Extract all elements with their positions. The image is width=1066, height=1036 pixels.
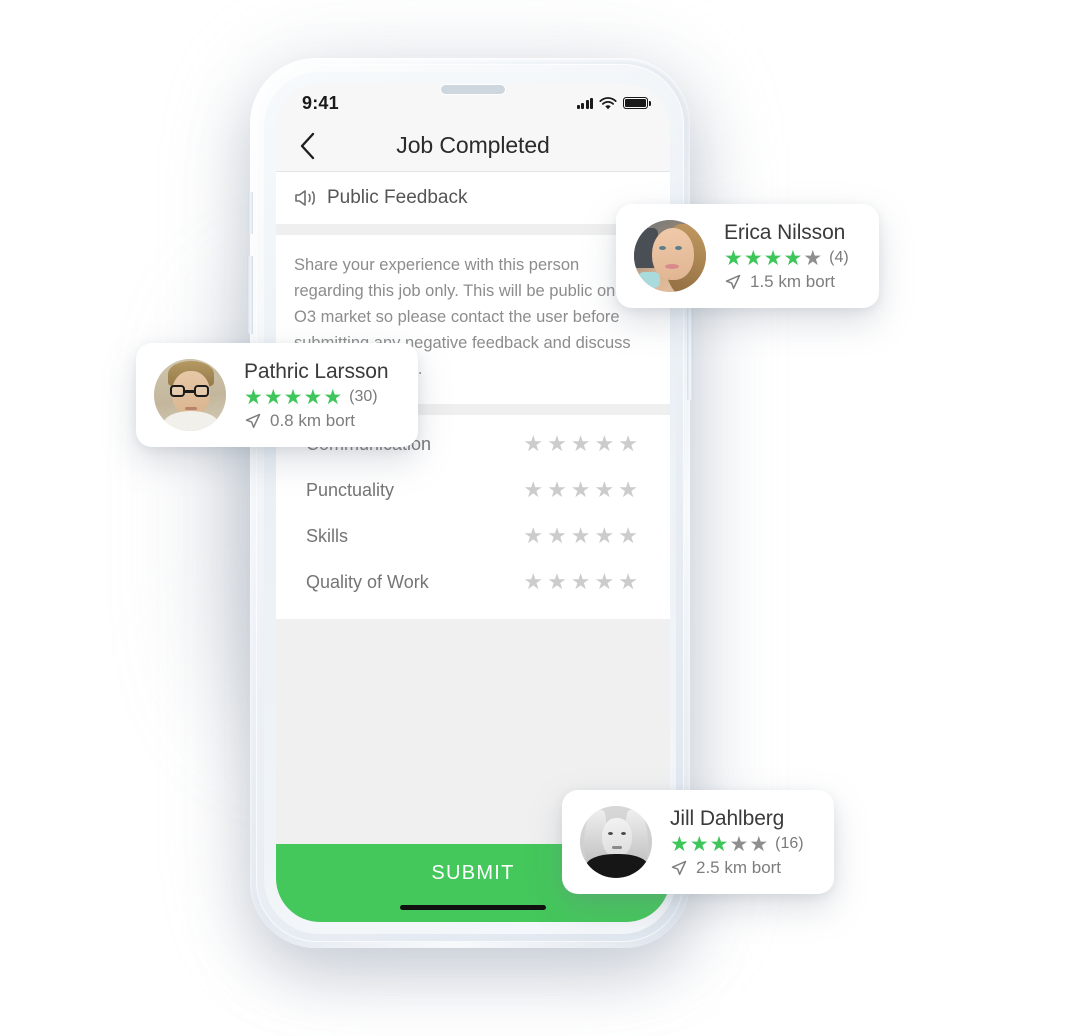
star-1[interactable]: ★ [523, 571, 543, 593]
scene: 9:41 Job Completed Public Feedback Share… [0, 0, 1066, 1036]
star-1[interactable]: ★ [523, 433, 543, 455]
profile-card-jill[interactable]: Jill Dahlberg ★ ★ ★ ★ ★ (16) 2.5 km bort [562, 790, 834, 894]
avatar [580, 806, 652, 878]
navigation-arrow-icon [245, 413, 261, 428]
star-3: ★ [283, 385, 303, 409]
star-4[interactable]: ★ [595, 433, 615, 455]
rating-label: Skills [306, 525, 349, 546]
star-4[interactable]: ★ [595, 479, 615, 501]
star-1: ★ [670, 832, 689, 856]
avatar [154, 359, 226, 431]
star-1: ★ [244, 385, 263, 409]
star-5: ★ [749, 832, 769, 856]
review-count: (30) [349, 388, 378, 405]
star-3[interactable]: ★ [571, 433, 591, 455]
distance-text: 1.5 km bort [750, 271, 836, 291]
review-count: (16) [775, 835, 804, 852]
star-2: ★ [263, 385, 283, 409]
star-5[interactable]: ★ [618, 525, 638, 547]
rating-row[interactable]: Quality of Work ★ ★ ★ ★ ★ [276, 559, 670, 605]
star-1[interactable]: ★ [523, 479, 543, 501]
rating-label: Quality of Work [306, 571, 429, 592]
public-feedback-card: Public Feedback [276, 172, 670, 224]
star-rating-display: ★ ★ ★ ★ ★ [670, 834, 768, 855]
section-divider [276, 224, 670, 235]
profile-card-erica[interactable]: Erica Nilsson ★ ★ ★ ★ ★ (4) 1.5 km bort [616, 204, 879, 308]
profile-distance: 0.8 km bort [244, 411, 388, 431]
battery-full-icon [623, 97, 651, 109]
star-1: ★ [724, 246, 743, 270]
star-4: ★ [783, 246, 803, 270]
profile-card-pathric[interactable]: Pathric Larsson ★ ★ ★ ★ ★ (30) 0.8 km bort [136, 343, 419, 447]
star-5: ★ [323, 385, 343, 409]
star-5[interactable]: ★ [618, 571, 638, 593]
star-rating-display: ★ ★ ★ ★ ★ [724, 248, 822, 269]
star-rating-input[interactable]: ★ ★ ★ ★ ★ [523, 525, 638, 547]
navigation-arrow-icon [671, 860, 687, 875]
star-5[interactable]: ★ [618, 479, 638, 501]
public-feedback-header: Public Feedback [276, 172, 670, 224]
navigation-bar: Job Completed [276, 120, 670, 172]
star-4: ★ [303, 385, 323, 409]
navigation-arrow-icon [725, 274, 741, 289]
megaphone-icon [295, 190, 315, 206]
star-2[interactable]: ★ [547, 525, 567, 547]
avatar [634, 220, 706, 292]
profile-name: Pathric Larsson [244, 359, 389, 383]
star-5[interactable]: ★ [618, 433, 638, 455]
star-4: ★ [729, 832, 749, 856]
home-indicator[interactable] [400, 905, 546, 910]
star-3[interactable]: ★ [571, 571, 591, 593]
rating-label: Punctuality [306, 479, 395, 500]
rating-row[interactable]: Punctuality ★ ★ ★ ★ ★ [276, 467, 670, 513]
star-5: ★ [803, 246, 823, 270]
star-2[interactable]: ★ [547, 571, 567, 593]
chevron-left-icon [300, 132, 314, 159]
profile-distance: 2.5 km bort [670, 858, 804, 878]
profile-rating: ★ ★ ★ ★ ★ (16) [670, 834, 804, 855]
star-3[interactable]: ★ [571, 479, 591, 501]
star-2[interactable]: ★ [547, 479, 567, 501]
star-rating-input[interactable]: ★ ★ ★ ★ ★ [523, 433, 638, 455]
rating-row[interactable]: Skills ★ ★ ★ ★ ★ [276, 513, 670, 559]
earpiece-speaker-grille [441, 85, 505, 94]
status-bar-icons [576, 96, 651, 110]
public-feedback-label: Public Feedback [327, 187, 468, 208]
review-count: (4) [829, 249, 849, 266]
star-2: ★ [689, 832, 709, 856]
star-rating-input[interactable]: ★ ★ ★ ★ ★ [523, 479, 638, 501]
star-2: ★ [743, 246, 763, 270]
star-3[interactable]: ★ [571, 525, 591, 547]
star-rating-input[interactable]: ★ ★ ★ ★ ★ [523, 571, 638, 593]
distance-text: 0.8 km bort [270, 410, 356, 430]
star-4[interactable]: ★ [595, 571, 615, 593]
distance-text: 2.5 km bort [696, 857, 782, 877]
profile-rating: ★ ★ ★ ★ ★ (4) [724, 248, 849, 269]
back-button[interactable] [290, 129, 324, 163]
profile-name: Jill Dahlberg [670, 806, 785, 830]
volume-up-button[interactable] [247, 256, 253, 334]
star-4[interactable]: ★ [595, 525, 615, 547]
mute-switch[interactable] [248, 192, 253, 234]
profile-rating: ★ ★ ★ ★ ★ (30) [244, 387, 388, 408]
status-bar-clock: 9:41 [302, 92, 339, 113]
wifi-icon [599, 96, 617, 109]
star-2[interactable]: ★ [547, 433, 567, 455]
star-rating-display: ★ ★ ★ ★ ★ [244, 387, 342, 408]
submit-button-label: SUBMIT [431, 862, 515, 884]
star-1[interactable]: ★ [523, 525, 543, 547]
cellular-signal-icon [576, 97, 593, 109]
page-title: Job Completed [396, 132, 550, 158]
profile-name: Erica Nilsson [724, 220, 846, 244]
star-3: ★ [763, 246, 783, 270]
star-3: ★ [709, 832, 729, 856]
profile-distance: 1.5 km bort [724, 272, 849, 292]
